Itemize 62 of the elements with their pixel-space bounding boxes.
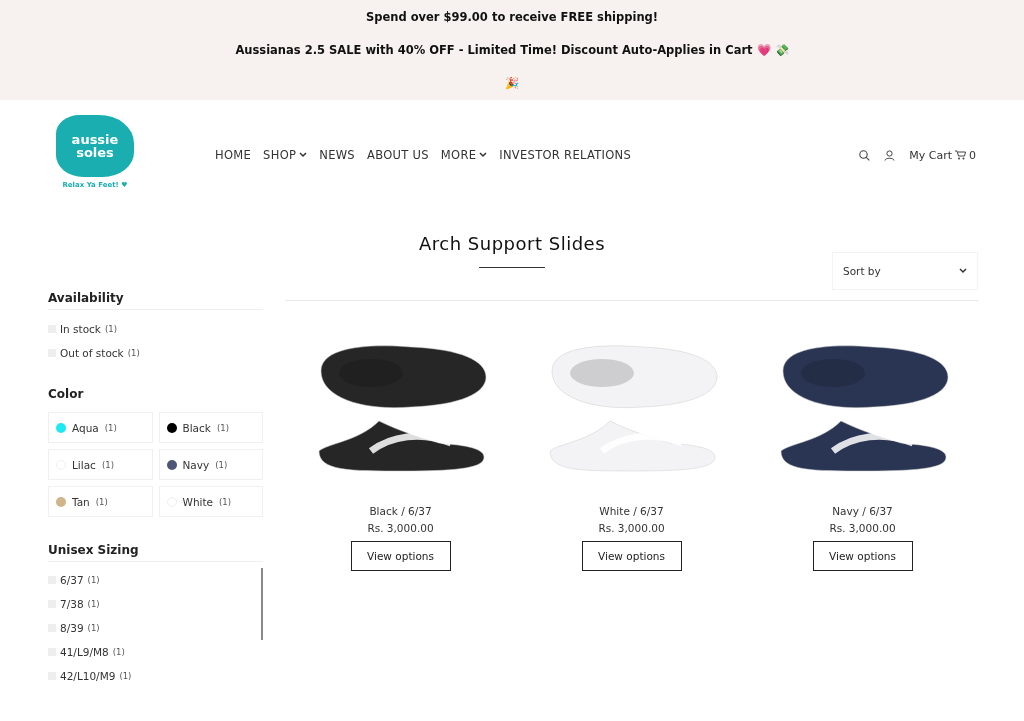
chevron-down-icon: [299, 152, 308, 158]
view-options-button[interactable]: View options: [812, 541, 913, 571]
filter-option-label[interactable]: Out of stock: [60, 347, 124, 359]
filter-count: (1): [104, 422, 117, 433]
filter-count: (1): [219, 496, 232, 507]
product-title[interactable]: Black / 6/37: [369, 505, 432, 517]
product-price: Rs. 3,000.00: [829, 522, 896, 534]
page-title: Arch Support Slides: [419, 233, 605, 254]
chevron-down-icon: [479, 152, 488, 158]
filter-option-label: Aqua: [72, 421, 99, 434]
filter-count: (1): [87, 623, 100, 633]
filter-option-label: Navy: [182, 458, 210, 471]
cart-link[interactable]: My Cart 0: [909, 148, 976, 162]
filter-option-label[interactable]: In stock: [60, 323, 101, 335]
filter-option-label: Lilac: [72, 458, 96, 471]
filter-count: (1): [87, 575, 100, 585]
filter-count: (1): [87, 599, 100, 609]
cart-icon: [955, 150, 966, 160]
nav-link[interactable]: INVESTOR RELATIONS: [499, 148, 632, 162]
nav-link[interactable]: MORE: [440, 148, 488, 162]
filter-count: (1): [215, 459, 228, 470]
filter-option-label: White: [182, 495, 214, 508]
sort-dropdown[interactable]: Sort by: [832, 252, 978, 290]
filter-heading: Availability: [48, 291, 263, 310]
search-icon[interactable]: [859, 149, 871, 161]
filter-option-label: Black: [182, 421, 211, 434]
announcement-text: Aussianas 2.5 SALE with 40% OFF - Limited Time! Discount Auto-Applies in Cart 💗 💸: [235, 43, 789, 57]
filter-heading: Color: [48, 387, 85, 403]
announcement-text: Spend over $99.00 to receive FREE shipping!: [365, 10, 659, 24]
nav-link[interactable]: NEWS: [319, 148, 355, 162]
view-options-button[interactable]: View options: [350, 541, 451, 571]
filter-option-label[interactable]: 42/L10/M9: [60, 670, 116, 682]
color-filter-option[interactable]: White (1): [158, 486, 263, 517]
view-options-button[interactable]: View options: [581, 541, 682, 571]
product-price: Rs. 3,000.00: [598, 522, 665, 534]
color-filter-option[interactable]: Black (1): [158, 412, 263, 443]
filter-count: (1): [216, 422, 229, 433]
filter-count: (1): [95, 496, 108, 507]
user-icon[interactable]: [884, 149, 896, 161]
filter-option-label[interactable]: 41/L9/M8: [60, 646, 109, 658]
color-filter-option[interactable]: Aqua (1): [48, 412, 153, 443]
nav-link[interactable]: SHOP: [263, 148, 308, 162]
filter-option-label[interactable]: 7/38: [60, 598, 84, 610]
filter-count: (1): [104, 324, 117, 334]
chevron-down-icon: [959, 268, 967, 274]
filter-option-label[interactable]: 8/39: [60, 622, 84, 634]
nav-link[interactable]: HOME: [215, 148, 252, 162]
filter-option-label[interactable]: 6/37: [60, 574, 84, 586]
color-filter-option[interactable]: Navy (1): [158, 449, 263, 480]
filter-count: (1): [112, 647, 125, 657]
color-filter-option[interactable]: Lilac (1): [48, 449, 153, 480]
product-price: Rs. 3,000.00: [367, 522, 434, 534]
color-filter-option[interactable]: Tan (1): [48, 486, 153, 517]
product-title[interactable]: White / 6/37: [599, 505, 664, 517]
product-title[interactable]: Navy / 6/37: [832, 505, 893, 517]
filter-count: (1): [119, 671, 132, 681]
filter-count: (1): [127, 348, 140, 358]
nav-link[interactable]: ABOUT US: [367, 148, 429, 162]
filter-option-label: Tan: [72, 495, 90, 508]
announcement-text: 🎉: [505, 76, 519, 90]
filter-count: (1): [101, 459, 114, 470]
filter-heading: Unisex Sizing: [48, 543, 263, 562]
